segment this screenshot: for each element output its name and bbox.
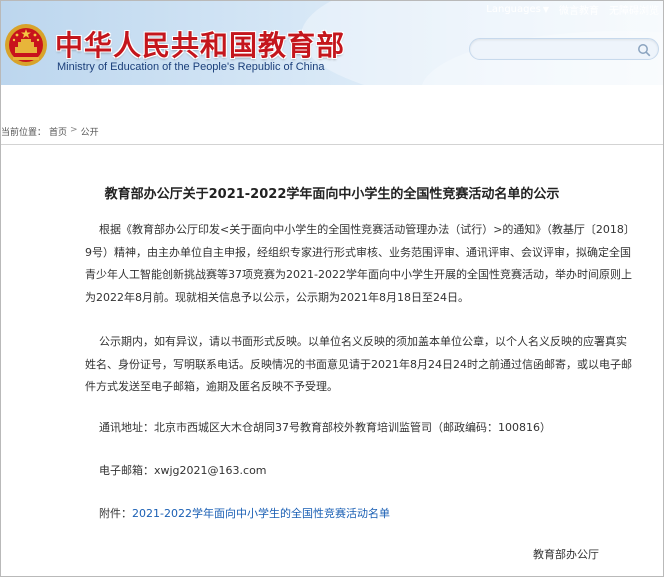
languages-label: Languages <box>486 4 541 15</box>
breadcrumb-current[interactable]: 公开 <box>81 125 99 138</box>
search-box <box>469 38 659 60</box>
site-header: 中华人民共和国教育部 Ministry of Education of the … <box>1 1 663 85</box>
site-title[interactable]: 中华人民共和国教育部 <box>55 24 345 64</box>
signature: 教育部办公厅 <box>533 548 599 561</box>
national-emblem-icon <box>5 24 47 66</box>
article-paragraph: 公示期内，如有异议，请以书面形式反映。以单位名义反映的须加盖本单位公章，以个人名… <box>85 335 632 393</box>
divider <box>1 144 663 145</box>
attachment-label: 附件： <box>99 507 132 520</box>
mailing-address: 通讯地址：北京市西城区大木仓胡同37号教育部校外教育培训监管司（邮政编码：100… <box>99 421 551 434</box>
page-frame: 中华人民共和国教育部 Ministry of Education of the … <box>0 0 664 577</box>
site-subtitle: Ministry of Education of the People's Re… <box>57 61 325 73</box>
breadcrumb-label: 当前位置： <box>1 128 47 138</box>
article-title: 教育部办公厅关于2021-2022学年面向中小学生的全国性竞赛活动名单的公示 <box>104 187 560 202</box>
top-links: Languages ▼ 微言教育 无障碍浏览 <box>486 2 659 17</box>
search-icon[interactable] <box>637 43 651 57</box>
chevron-down-icon: ▼ <box>542 5 549 14</box>
accessibility-link[interactable]: 无障碍浏览 <box>609 2 659 17</box>
weibo-link[interactable]: 微言教育 <box>559 2 599 17</box>
attachment: 附件：2021-2022学年面向中小学生的全国性竞赛活动名单 <box>99 505 390 521</box>
breadcrumb-home[interactable]: 首页 <box>49 125 67 138</box>
breadcrumb-separator: > <box>70 125 78 135</box>
search-input[interactable] <box>480 41 630 58</box>
contact-email: 电子邮箱：xwjg2021@163.com <box>99 464 267 477</box>
article-paragraph: 根据《教育部办公厅印发<关于面向中小学生的全国性竞赛活动管理办法（试行）>的通知… <box>85 223 632 304</box>
breadcrumb: 当前位置： 首页 > 公开 <box>1 125 99 138</box>
languages-menu[interactable]: Languages ▼ <box>486 4 549 15</box>
attachment-link[interactable]: 2021-2022学年面向中小学生的全国性竞赛活动名单 <box>132 507 390 520</box>
